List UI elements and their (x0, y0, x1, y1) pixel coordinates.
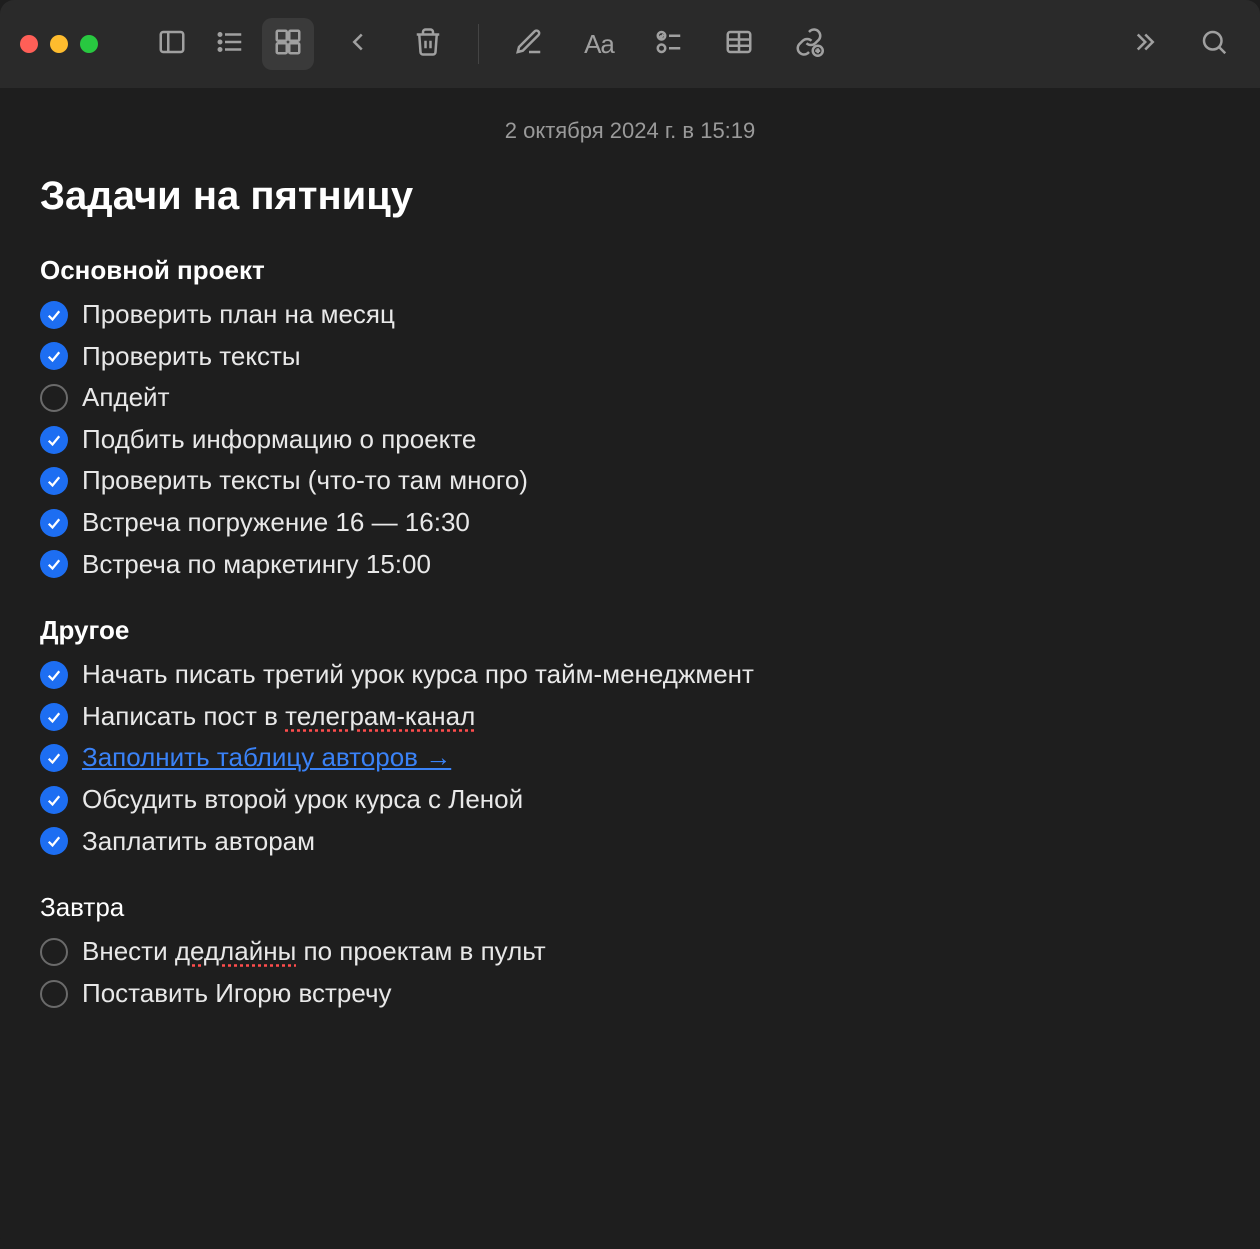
sidebar-toggle-button[interactable] (146, 18, 198, 70)
checklist-icon (654, 27, 684, 62)
checklist-item-label[interactable]: Проверить тексты (82, 336, 301, 378)
checklist-item: Проверить тексты (что-то там много) (40, 460, 1220, 502)
checklist-item-label[interactable]: Встреча погружение 16 — 16:30 (82, 502, 470, 544)
checklist-item: Проверить план на месяц (40, 294, 1220, 336)
list-view-button[interactable] (204, 18, 256, 70)
checklist-item: Обсудить второй урок курса с Леной (40, 779, 1220, 821)
zoom-window-button[interactable] (80, 35, 98, 53)
checkbox-checked[interactable] (40, 509, 68, 537)
checklist-button[interactable] (643, 18, 695, 70)
note-body[interactable]: 2 октября 2024 г. в 15:19 Задачи на пятн… (0, 88, 1260, 1249)
checklist-item: Внести дедлайны по проектам в пульт (40, 931, 1220, 973)
link-button[interactable] (783, 18, 835, 70)
back-button[interactable] (332, 18, 384, 70)
checklist-item-label[interactable]: Подбить информацию о проекте (82, 419, 476, 461)
notes-window: Aa 2 (0, 0, 1260, 1249)
minimize-window-button[interactable] (50, 35, 68, 53)
checkbox-unchecked[interactable] (40, 980, 68, 1008)
checkbox-checked[interactable] (40, 661, 68, 689)
checkbox-checked[interactable] (40, 342, 68, 370)
checklist-item-label[interactable]: Проверить тексты (что-то там много) (82, 460, 528, 502)
checkbox-checked[interactable] (40, 827, 68, 855)
checklist-item: Написать пост в телеграм-канал (40, 696, 1220, 738)
link-plus-icon (794, 27, 824, 62)
checkbox-checked[interactable] (40, 467, 68, 495)
list-icon (215, 27, 245, 62)
spellcheck-underline: дедлайны (175, 936, 296, 966)
close-window-button[interactable] (20, 35, 38, 53)
checkbox-checked[interactable] (40, 703, 68, 731)
checklist-item: Заплатить авторам (40, 821, 1220, 863)
note-link[interactable]: Заполнить таблицу авторов → (82, 742, 451, 772)
sidebar-icon (157, 27, 187, 62)
checklist-item-label[interactable]: Заплатить авторам (82, 821, 315, 863)
section-heading[interactable]: Завтра (40, 892, 1220, 923)
window-controls (20, 35, 98, 53)
chevron-left-icon (343, 27, 373, 62)
checklist-item-label[interactable]: Написать пост в телеграм-канал (82, 696, 475, 738)
section-heading[interactable]: Другое (40, 615, 1220, 646)
checkbox-unchecked[interactable] (40, 938, 68, 966)
format-button[interactable]: Aa (573, 18, 625, 70)
toolbar-divider (478, 24, 479, 64)
checklist-item: Начать писать третий урок курса про тайм… (40, 654, 1220, 696)
format-aa-icon: Aa (584, 29, 614, 60)
table-button[interactable] (713, 18, 765, 70)
checklist-item-label[interactable]: Начать писать третий урок курса про тайм… (82, 654, 754, 696)
checklist-item: Заполнить таблицу авторов → (40, 737, 1220, 779)
gallery-view-button[interactable] (262, 18, 314, 70)
checklist-item-label[interactable]: Заполнить таблицу авторов → (82, 737, 451, 779)
compose-button[interactable] (503, 18, 555, 70)
note-title[interactable]: Задачи на пятницу (40, 174, 1220, 219)
checkbox-checked[interactable] (40, 786, 68, 814)
note-timestamp: 2 октября 2024 г. в 15:19 (40, 118, 1220, 144)
checklist-item: Встреча погружение 16 — 16:30 (40, 502, 1220, 544)
checkbox-checked[interactable] (40, 744, 68, 772)
table-icon (724, 27, 754, 62)
search-button[interactable] (1188, 18, 1240, 70)
section-heading[interactable]: Основной проект (40, 255, 1220, 286)
checklist-item-label[interactable]: Проверить план на месяц (82, 294, 395, 336)
compose-icon (514, 27, 544, 62)
checklist-item: Проверить тексты (40, 336, 1220, 378)
checklist-item: Подбить информацию о проекте (40, 419, 1220, 461)
trash-icon (413, 27, 443, 62)
checklist-item-label[interactable]: Внести дедлайны по проектам в пульт (82, 931, 546, 973)
checklist-item-label[interactable]: Апдейт (82, 377, 169, 419)
grid-icon (273, 27, 303, 62)
more-button[interactable] (1118, 18, 1170, 70)
note-content[interactable]: Основной проектПроверить план на месяцПр… (40, 255, 1220, 1014)
search-icon (1199, 27, 1229, 62)
checklist-item-label[interactable]: Обсудить второй урок курса с Леной (82, 779, 523, 821)
checkbox-checked[interactable] (40, 301, 68, 329)
checkbox-unchecked[interactable] (40, 384, 68, 412)
delete-button[interactable] (402, 18, 454, 70)
checklist-item: Поставить Игорю встречу (40, 973, 1220, 1015)
checkbox-checked[interactable] (40, 426, 68, 454)
chevron-double-right-icon (1129, 27, 1159, 62)
checklist-item-label[interactable]: Поставить Игорю встречу (82, 973, 392, 1015)
checklist-item-label[interactable]: Встреча по маркетингу 15:00 (82, 544, 431, 586)
spellcheck-underline: телеграм-канал (285, 701, 475, 731)
view-mode-group (146, 18, 314, 70)
checkbox-checked[interactable] (40, 550, 68, 578)
checklist-item: Апдейт (40, 377, 1220, 419)
checklist-item: Встреча по маркетингу 15:00 (40, 544, 1220, 586)
toolbar: Aa (0, 0, 1260, 88)
